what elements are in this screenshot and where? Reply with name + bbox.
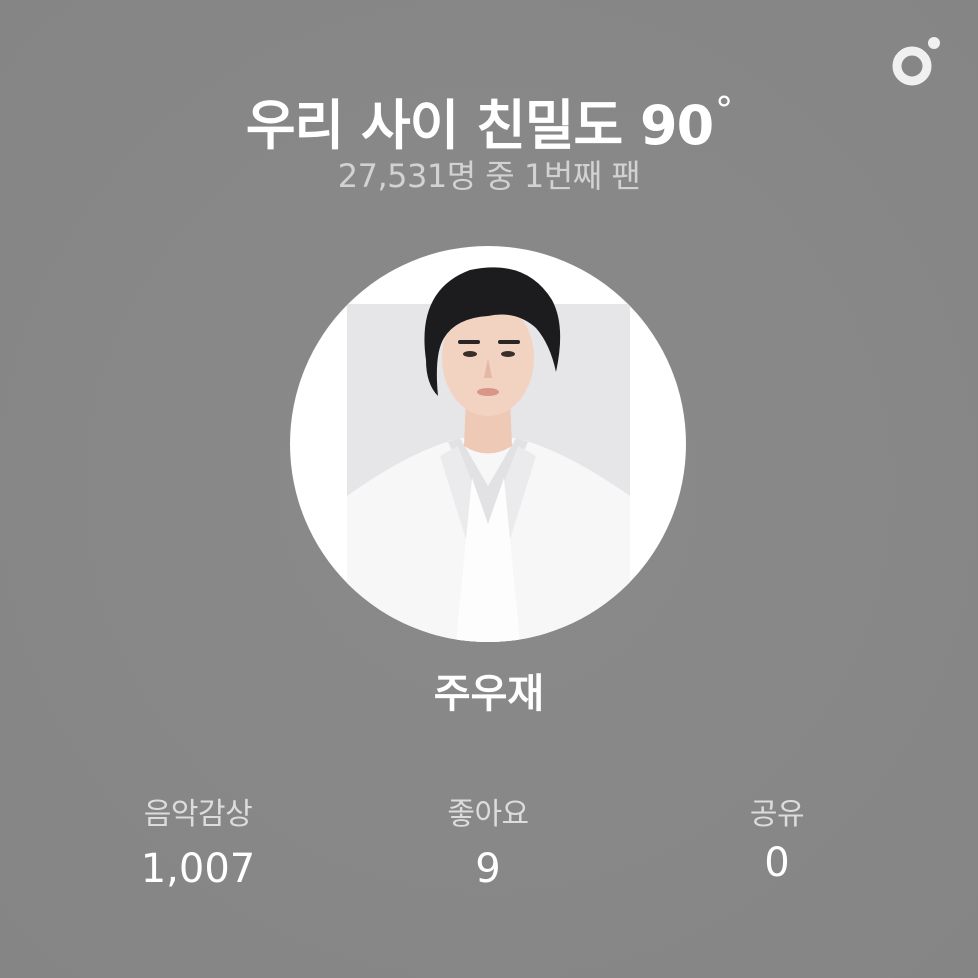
artist-avatar (290, 246, 686, 642)
fan-rank-subtitle: 27,531명 중 1번째 팬 (337, 157, 641, 195)
fan-affinity-card: 우리 사이 친밀도 90° 27,531명 중 1번째 팬 주우재 음악감상 1… (0, 0, 978, 978)
stat-label: 공유 (749, 797, 805, 832)
artist-name: 주우재 (433, 671, 545, 717)
stat-label: 음악감상 (143, 797, 253, 832)
stat-share-count: 공유 0 (657, 795, 897, 891)
stat-like-count: 좋아요 9 (368, 795, 608, 897)
stat-value: 9 (475, 846, 501, 892)
stat-listen-count: 음악감상 1,007 (78, 795, 318, 897)
affinity-title-text: 우리 사이 친밀도 90 (245, 94, 714, 157)
artist-photo (347, 267, 630, 642)
stat-value: 0 (764, 840, 790, 886)
affinity-title: 우리 사이 친밀도 90° (0, 76, 978, 161)
stat-label: 좋아요 (447, 797, 529, 832)
stat-value: 1,007 (140, 846, 256, 892)
degree-symbol: ° (715, 90, 733, 131)
